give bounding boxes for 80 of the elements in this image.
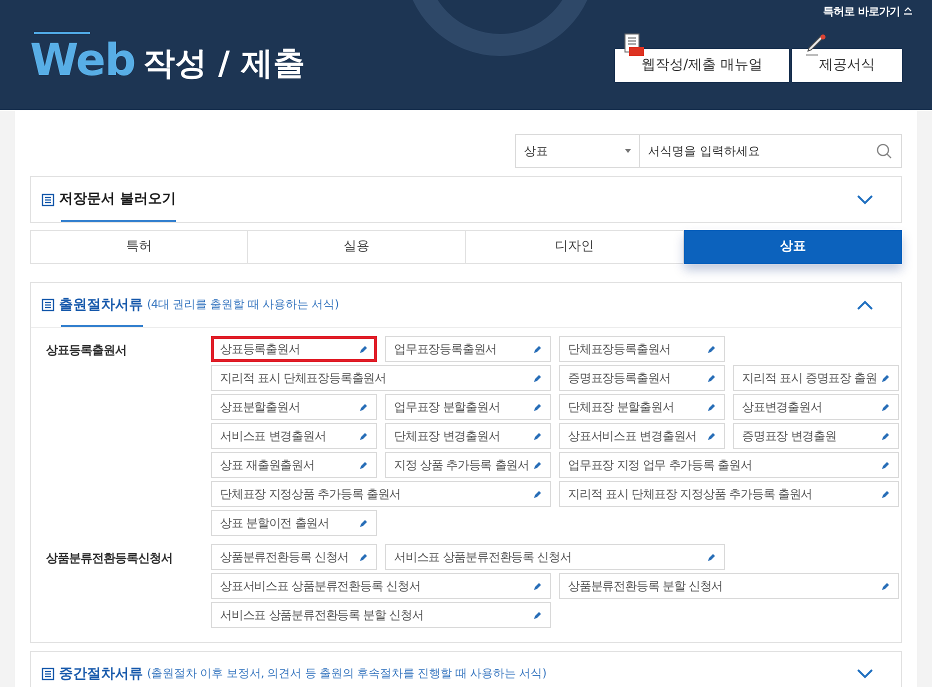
document-icon bbox=[41, 192, 55, 206]
page-title: 작성 / 제출 bbox=[143, 42, 305, 84]
pencil-icon bbox=[533, 344, 542, 354]
pencil-icon bbox=[359, 432, 368, 440]
chevron-down-icon[interactable] bbox=[857, 194, 873, 204]
section-note: (4대 권리를 출원할 때 사용하는 서식) bbox=[147, 296, 339, 314]
form-link[interactable]: 단체표장 지정상품 추가등록 출원서 bbox=[211, 481, 551, 507]
pencil-icon bbox=[359, 460, 368, 470]
form-link[interactable]: 업무표장 지정 업무 추가등록 출원서 bbox=[559, 452, 899, 478]
pencil-icon bbox=[707, 374, 716, 382]
pencil-icon bbox=[533, 374, 542, 382]
pencil-icon bbox=[881, 582, 890, 590]
form-link[interactable]: 서비스표 상품분류전환등록 분할 신청서 bbox=[211, 602, 551, 628]
form-link[interactable]: 상표변경출원서 bbox=[733, 394, 899, 420]
document-icon bbox=[41, 298, 55, 312]
form-link[interactable]: 단체표장 분할출원서 bbox=[559, 394, 725, 420]
section-note: (출원절차 이후 보정서, 의견서 등 출원의 후속절차를 진행할 때 사용하는 서식) bbox=[147, 665, 546, 682]
category-select[interactable]: 상표 bbox=[515, 134, 640, 168]
pencil-icon bbox=[881, 402, 890, 412]
form-link[interactable]: 상표 재출원출원서 bbox=[211, 452, 377, 478]
pencil-icon bbox=[533, 402, 542, 412]
arrow-up-icon bbox=[904, 7, 912, 15]
form-link[interactable]: 상표등록출원서 bbox=[211, 336, 377, 362]
form-link[interactable]: 상품분류전환등록 분할 신청서 bbox=[559, 573, 899, 599]
pencil-icon bbox=[707, 402, 716, 412]
chevron-down-icon[interactable] bbox=[857, 669, 873, 679]
group-label: 상품분류전환등록신청서 bbox=[46, 550, 174, 567]
pencil-icon bbox=[533, 432, 542, 440]
pencil-icon bbox=[707, 552, 716, 562]
pencil-icon bbox=[359, 402, 368, 412]
form-link[interactable]: 지정 상품 추가등록 출원서 bbox=[385, 452, 551, 478]
form-link[interactable]: 업무표장 분할출원서 bbox=[385, 394, 551, 420]
form-link[interactable]: 서비스표 상품분류전환등록 신청서 bbox=[385, 544, 725, 570]
pencil-icon bbox=[881, 460, 890, 470]
search-field[interactable]: 서식명을 입력하세요 bbox=[640, 134, 902, 168]
pencil-icon bbox=[359, 552, 368, 562]
search-icon[interactable] bbox=[876, 143, 892, 159]
pencil-icon bbox=[533, 460, 542, 470]
pencil-icon bbox=[359, 518, 368, 528]
tab[interactable]: 실용 bbox=[248, 230, 466, 264]
form-link[interactable]: 지리적 표시 증명표장 출원 bbox=[733, 365, 899, 391]
logo-word: Web bbox=[30, 34, 136, 86]
dropdown-caret-icon bbox=[625, 149, 631, 153]
pencil-icon bbox=[533, 490, 542, 498]
tab[interactable]: 상표 bbox=[684, 230, 902, 264]
pencil-writing-icon bbox=[804, 32, 828, 56]
pencil-icon bbox=[707, 344, 716, 354]
section-title: 출원절차서류 bbox=[59, 296, 143, 314]
form-link[interactable]: 단체표장 변경출원서 bbox=[385, 423, 551, 449]
header-button[interactable]: 제공서식 bbox=[792, 48, 902, 82]
header-button[interactable]: 웹작성/제출 매뉴얼 bbox=[615, 48, 789, 82]
pencil-icon bbox=[533, 610, 542, 620]
pencil-icon bbox=[881, 374, 890, 382]
section-title: 중간절차서류 bbox=[59, 664, 143, 684]
pencil-icon bbox=[359, 344, 368, 354]
form-link[interactable]: 증명표장등록출원서 bbox=[559, 365, 725, 391]
form-link[interactable]: 업무표장등록출원서 bbox=[385, 336, 551, 362]
form-link[interactable]: 상품분류전환등록 신청서 bbox=[211, 544, 377, 570]
saved-docs-panel[interactable]: 저장문서 불러오기 bbox=[30, 176, 902, 223]
form-link[interactable]: 상표서비스표 변경출원서 bbox=[559, 423, 725, 449]
panel-title: 저장문서 불러오기 bbox=[59, 190, 176, 209]
shortcut-link[interactable]: 특허로 바로가기 bbox=[823, 4, 900, 20]
document-icon bbox=[41, 667, 55, 681]
pencil-icon bbox=[881, 490, 890, 498]
form-link[interactable]: 지리적 표시 단체표장 지정상품 추가등록 출원서 bbox=[559, 481, 899, 507]
form-link[interactable]: 서비스표 변경출원서 bbox=[211, 423, 377, 449]
group-label: 상표등록출원서 bbox=[46, 342, 128, 359]
tab[interactable]: 디자인 bbox=[466, 230, 684, 264]
pencil-icon bbox=[533, 582, 542, 590]
pencil-icon bbox=[707, 432, 716, 440]
form-link[interactable]: 상표서비스표 상품분류전환등록 신청서 bbox=[211, 573, 551, 599]
chevron-up-icon[interactable] bbox=[857, 300, 873, 310]
form-link[interactable]: 증명표장 변경출원 bbox=[733, 423, 899, 449]
form-link[interactable]: 상표분할출원서 bbox=[211, 394, 377, 420]
form-link[interactable]: 지리적 표시 단체표장등록출원서 bbox=[211, 365, 551, 391]
pdf-document-icon bbox=[623, 32, 645, 58]
form-link[interactable]: 상표 분할이전 출원서 bbox=[211, 510, 377, 536]
form-link[interactable]: 단체표장등록출원서 bbox=[559, 336, 725, 362]
pencil-icon bbox=[881, 432, 890, 440]
tab[interactable]: 특허 bbox=[30, 230, 248, 264]
